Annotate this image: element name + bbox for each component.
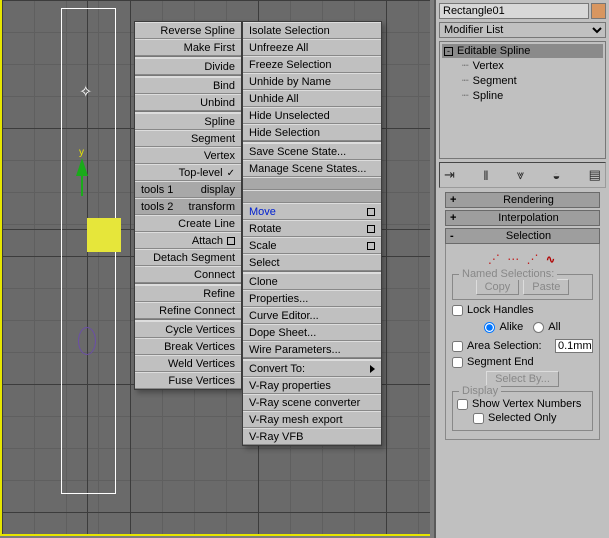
modifier-stack[interactable]: -Editable Spline ┈Vertex ┈Segment ┈Splin… bbox=[439, 41, 606, 159]
menu-sub-vertex[interactable]: Vertex bbox=[135, 147, 241, 164]
menu-properties[interactable]: Properties... bbox=[243, 290, 381, 307]
menu-vray-vfb[interactable]: V-Ray VFB bbox=[243, 428, 381, 445]
check-icon bbox=[227, 167, 235, 179]
menu-curve-editor[interactable]: Curve Editor... bbox=[243, 307, 381, 324]
menu-unbind[interactable]: Unbind bbox=[135, 94, 241, 111]
menu-select[interactable]: Select bbox=[243, 254, 381, 271]
menu-wire-params[interactable]: Wire Parameters... bbox=[243, 341, 381, 358]
menu-vray-props[interactable]: V-Ray properties bbox=[243, 377, 381, 394]
lock-handles-check[interactable]: Lock Handles bbox=[452, 304, 593, 316]
menu-vray-scene-conv[interactable]: V-Ray scene converter bbox=[243, 394, 381, 411]
menu-convert-to[interactable]: Convert To: bbox=[243, 360, 381, 377]
display-label: Display bbox=[459, 385, 501, 397]
quad-header-tools2: tools 2transform bbox=[135, 198, 241, 215]
menu-weld-vertices[interactable]: Weld Vertices bbox=[135, 355, 241, 372]
submenu-arrow-icon bbox=[370, 365, 375, 373]
menu-sub-spline[interactable]: Spline bbox=[135, 113, 241, 130]
menu-detach-segment[interactable]: Detach Segment bbox=[135, 249, 241, 266]
modifier-list-dropdown[interactable]: Modifier List bbox=[439, 22, 606, 38]
menu-save-scene[interactable]: Save Scene State... bbox=[243, 143, 381, 160]
center-marker-icon: ✧ bbox=[79, 82, 92, 102]
stack-sub-vertex[interactable]: ┈Vertex bbox=[460, 58, 603, 73]
quad-header-tools1: tools 1display bbox=[135, 181, 241, 198]
stack-sub-segment[interactable]: ┈Segment bbox=[460, 73, 603, 88]
selection-rollout-body: ⋰ ⋯ ⋰ ∿ Named Selections: Copy Paste Loc… bbox=[445, 244, 600, 440]
area-selection-check[interactable]: Area Selection: bbox=[452, 340, 542, 352]
pin-stack-icon[interactable]: ⇥ bbox=[444, 167, 455, 183]
menu-sub-top[interactable]: Top-level bbox=[135, 164, 241, 181]
menu-hide-selection[interactable]: Hide Selection bbox=[243, 124, 381, 141]
object-color-swatch[interactable] bbox=[591, 3, 606, 19]
menu-move[interactable]: Move bbox=[243, 203, 381, 220]
menu-dope-sheet[interactable]: Dope Sheet... bbox=[243, 324, 381, 341]
option-box-icon[interactable] bbox=[367, 225, 375, 233]
menu-bind[interactable]: Bind bbox=[135, 77, 241, 94]
named-selections-label: Named Selections: bbox=[459, 268, 557, 280]
menu-rotate[interactable]: Rotate bbox=[243, 220, 381, 237]
menu-create-line[interactable]: Create Line bbox=[135, 215, 241, 232]
menu-clone[interactable]: Clone bbox=[243, 273, 381, 290]
subobject-marker bbox=[78, 327, 96, 355]
menu-attach[interactable]: Attach bbox=[135, 232, 241, 249]
menu-sub-segment[interactable]: Segment bbox=[135, 130, 241, 147]
stack-item-editable-spline[interactable]: -Editable Spline bbox=[442, 44, 603, 58]
quad-menu-left: Reverse Spline Make First Divide Bind Un… bbox=[134, 21, 242, 390]
rollout-rendering[interactable]: +Rendering bbox=[445, 192, 600, 208]
subobject-level-icons[interactable]: ⋰ ⋯ ⋰ ∿ bbox=[452, 248, 593, 270]
option-box-icon[interactable] bbox=[227, 237, 235, 245]
rollout-interpolation[interactable]: +Interpolation bbox=[445, 210, 600, 226]
menu-connect[interactable]: Connect bbox=[135, 266, 241, 283]
menu-refine[interactable]: Refine bbox=[135, 285, 241, 302]
option-box-icon[interactable] bbox=[367, 242, 375, 250]
axis-y-label: y bbox=[79, 147, 84, 158]
menu-reverse-spline[interactable]: Reverse Spline bbox=[135, 22, 241, 39]
menu-vray-mesh[interactable]: V-Ray mesh export bbox=[243, 411, 381, 428]
menu-make-first[interactable]: Make First bbox=[135, 39, 241, 56]
all-radio[interactable]: All bbox=[533, 321, 560, 333]
stack-toolbar: ⇥ ǁ ⩔ ◒ ▤ bbox=[439, 162, 606, 188]
menu-refine-connect[interactable]: Refine Connect bbox=[135, 302, 241, 319]
menu-manage-scene[interactable]: Manage Scene States... bbox=[243, 160, 381, 177]
configure-sets-icon[interactable]: ▤ bbox=[589, 167, 601, 183]
quad-menu-right: Isolate Selection Unfreeze All Freeze Se… bbox=[242, 21, 382, 446]
make-unique-icon[interactable]: ⩔ bbox=[517, 167, 524, 183]
menu-hide-unselected[interactable]: Hide Unselected bbox=[243, 107, 381, 124]
gizmo-plane-xy[interactable] bbox=[87, 218, 121, 252]
minus-icon[interactable]: - bbox=[444, 47, 453, 56]
copy-button[interactable]: Copy bbox=[476, 279, 520, 295]
area-selection-value[interactable]: 0.1mm bbox=[555, 339, 593, 353]
menu-unfreeze-all[interactable]: Unfreeze All bbox=[243, 39, 381, 56]
segment-end-check[interactable]: Segment End bbox=[452, 356, 593, 368]
menu-unhide-all[interactable]: Unhide All bbox=[243, 90, 381, 107]
selected-only-check[interactable]: Selected Only bbox=[457, 412, 588, 424]
menu-fuse-vertices[interactable]: Fuse Vertices bbox=[135, 372, 241, 389]
remove-modifier-icon[interactable]: ◒ bbox=[553, 168, 561, 183]
stack-sub-spline[interactable]: ┈Spline bbox=[460, 88, 603, 103]
menu-divide[interactable]: Divide bbox=[135, 58, 241, 75]
command-panel: Modifier List -Editable Spline ┈Vertex ┈… bbox=[434, 0, 609, 538]
object-name-input[interactable] bbox=[439, 3, 589, 19]
rollout-selection[interactable]: -Selection bbox=[445, 228, 600, 244]
show-vertex-nums-check[interactable]: Show Vertex Numbers bbox=[457, 398, 588, 410]
menu-scale[interactable]: Scale bbox=[243, 237, 381, 254]
menu-break-vertices[interactable]: Break Vertices bbox=[135, 338, 241, 355]
menu-isolate[interactable]: Isolate Selection bbox=[243, 22, 381, 39]
alike-radio[interactable]: Alike bbox=[484, 321, 523, 333]
menu-cycle-vertices[interactable]: Cycle Vertices bbox=[135, 321, 241, 338]
menu-unhide-name[interactable]: Unhide by Name bbox=[243, 73, 381, 90]
option-box-icon[interactable] bbox=[367, 208, 375, 216]
show-end-result-icon[interactable]: ǁ bbox=[483, 168, 488, 183]
menu-freeze-selection[interactable]: Freeze Selection bbox=[243, 56, 381, 73]
paste-button[interactable]: Paste bbox=[523, 279, 569, 295]
